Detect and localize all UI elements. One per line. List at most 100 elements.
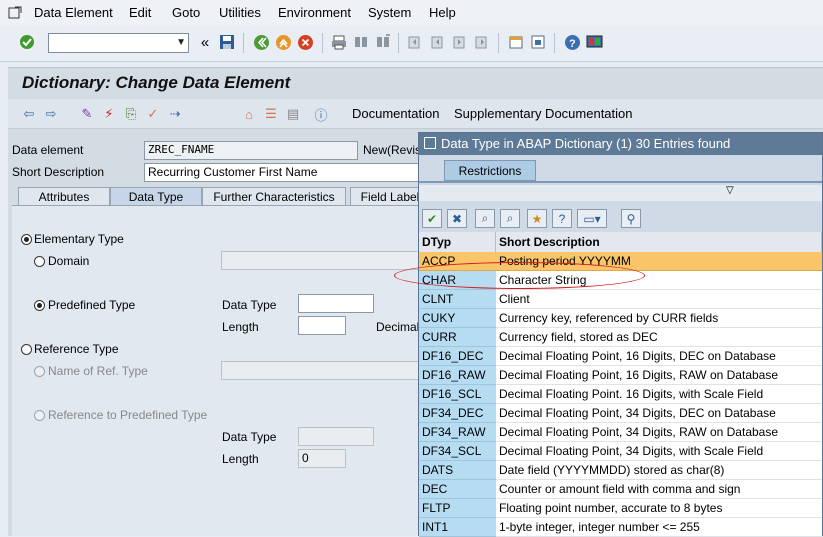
domain-field[interactable] [221, 251, 421, 270]
menu-goto[interactable]: Goto [172, 5, 200, 20]
layout-icon[interactable] [585, 33, 603, 51]
short-description-cell[interactable]: Client [496, 290, 822, 309]
cancel-x-icon[interactable]: ✖ [447, 209, 467, 228]
short-description-cell[interactable]: Currency key, referenced by CURR fields [496, 309, 822, 328]
short-description-cell[interactable]: Decimal Floating Point, 34 Digits, RAW o… [496, 423, 822, 442]
chevron-down-icon[interactable]: ▽ [726, 185, 734, 196]
data-element-field[interactable]: ZREC_FNAME [144, 141, 358, 160]
dtyp-cell[interactable]: DATS [419, 461, 496, 480]
dtyp-cell[interactable]: DF16_RAW [419, 366, 496, 385]
table-row[interactable]: DATS Date field (YYYYMMDD) stored as char… [419, 461, 822, 480]
ref-length-field[interactable]: 0 [298, 449, 346, 468]
ref-data-type-field[interactable] [298, 427, 374, 446]
continue-check-icon[interactable]: ✔ [422, 209, 442, 228]
table-row[interactable]: CUKY Currency key, referenced by CURR fie… [419, 309, 822, 328]
print-icon[interactable] [330, 33, 348, 51]
magic-wand-icon[interactable]: ⚡ [100, 105, 118, 123]
first-page-icon[interactable] [406, 33, 424, 51]
enter-icon[interactable] [18, 33, 36, 51]
tab-restrictions[interactable]: Restrictions [444, 160, 536, 181]
dtyp-cell[interactable]: CLNT [419, 290, 496, 309]
dtyp-cell[interactable]: CURR [419, 328, 496, 347]
chevron-down-icon[interactable]: ▼ [176, 37, 186, 48]
short-description-cell[interactable]: Decimal Floating Point, 34 Digits, with … [496, 442, 822, 461]
table-row[interactable]: CURR Currency field, stored as DEC [419, 328, 822, 347]
table-row[interactable]: DF34_RAW Decimal Floating Point, 34 Digit… [419, 423, 822, 442]
hierarchy-icon[interactable]: ⌂ [240, 105, 258, 123]
short-description-cell[interactable]: Decimal Floating Point, 16 Digits, RAW o… [496, 366, 822, 385]
predefined-type-radio[interactable] [34, 300, 45, 311]
popup-title-bar[interactable]: Data Type in ABAP Dictionary (1) 30 Entr… [419, 133, 822, 155]
pin-icon[interactable]: ⚲ [621, 209, 641, 228]
display-change-icon[interactable]: ✎ [78, 105, 96, 123]
name-of-ref-type-radio[interactable] [34, 366, 45, 377]
find-next-icon[interactable] [374, 33, 392, 51]
short-description-cell[interactable]: Counter or amount field with comma and s… [496, 480, 822, 499]
menu-system[interactable]: System [368, 5, 411, 20]
print-list-icon[interactable]: ▭▾ [577, 209, 607, 228]
table-row[interactable]: DF16_SCL Decimal Floating Point. 16 Digit… [419, 385, 822, 404]
restrictions-collapse-bar[interactable]: ▽ [419, 185, 822, 201]
table-row[interactable]: DF34_DEC Decimal Floating Point, 34 Digit… [419, 404, 822, 423]
dtyp-cell[interactable]: DF34_DEC [419, 404, 496, 423]
menu-utilities[interactable]: Utilities [219, 5, 261, 20]
column-header-dtyp[interactable]: DTyp [419, 232, 496, 252]
object-list-icon[interactable]: ☰ [262, 105, 280, 123]
table-row[interactable]: DF34_SCL Decimal Floating Point, 34 Digit… [419, 442, 822, 461]
info-icon[interactable]: ⓘ [312, 105, 330, 123]
short-description-cell[interactable]: Decimal Floating Point, 16 Digits, DEC o… [496, 347, 822, 366]
display-object-icon[interactable]: ▤ [284, 105, 302, 123]
dtyp-cell[interactable]: DF34_SCL [419, 442, 496, 461]
data-type-field[interactable] [298, 294, 374, 313]
last-page-icon[interactable] [472, 33, 490, 51]
length-field[interactable] [298, 316, 346, 335]
find-next-icon[interactable]: ⌕ [500, 209, 520, 228]
shortcut-icon[interactable] [529, 33, 547, 51]
exit-icon[interactable] [274, 33, 292, 51]
arrow-left-icon[interactable]: ⇦ [20, 105, 38, 123]
find-icon[interactable] [352, 33, 370, 51]
dtyp-cell[interactable]: FLTP [419, 499, 496, 518]
menu-data-element[interactable]: Data Element [34, 5, 113, 20]
help-icon[interactable]: ? [552, 209, 572, 228]
ref-type-name-field[interactable] [221, 361, 421, 380]
supplementary-documentation-button[interactable]: Supplementary Documentation [454, 106, 633, 121]
reference-type-radio[interactable] [21, 344, 32, 355]
column-header-short-description[interactable]: Short Description [496, 232, 822, 252]
new-session-icon[interactable] [507, 33, 525, 51]
table-row[interactable]: DEC Counter or amount field with comma an… [419, 480, 822, 499]
save-icon[interactable] [218, 33, 236, 51]
menu-edit[interactable]: Edit [129, 5, 151, 20]
dtyp-cell[interactable]: DEC [419, 480, 496, 499]
short-description-cell[interactable]: Date field (YYYYMMDD) stored as char(8) [496, 461, 822, 480]
short-description-cell[interactable]: Floating point number, accurate to 8 byt… [496, 499, 822, 518]
short-description-cell[interactable]: 1-byte integer, integer number <= 255 [496, 518, 822, 537]
table-row[interactable]: INT1 1-byte integer, integer number <= 25… [419, 518, 822, 537]
new-search-icon[interactable]: ★ [527, 209, 547, 228]
table-row[interactable]: DF16_RAW Decimal Floating Point, 16 Digit… [419, 366, 822, 385]
dtyp-cell[interactable]: CUKY [419, 309, 496, 328]
menu-environment[interactable]: Environment [278, 5, 351, 20]
find-icon[interactable]: ⌕ [475, 209, 495, 228]
next-page-icon[interactable] [450, 33, 468, 51]
documentation-button[interactable]: Documentation [352, 106, 439, 121]
cancel-icon[interactable] [296, 33, 314, 51]
table-row[interactable]: CLNT Client [419, 290, 822, 309]
table-row[interactable]: DF16_DEC Decimal Floating Point, 16 Digit… [419, 347, 822, 366]
dtyp-cell[interactable]: DF34_RAW [419, 423, 496, 442]
short-description-cell[interactable]: Decimal Floating Point. 16 Digits, with … [496, 385, 822, 404]
short-description-cell[interactable]: Decimal Floating Point, 34 Digits, DEC o… [496, 404, 822, 423]
dtyp-cell[interactable]: DF16_DEC [419, 347, 496, 366]
check-icon[interactable]: ✓ [144, 105, 162, 123]
where-used-icon[interactable]: ⇢ [166, 105, 184, 123]
back-icon[interactable] [252, 33, 270, 51]
tab-data-type[interactable]: Data Type [110, 187, 202, 206]
tab-further-characteristics[interactable]: Further Characteristics [202, 187, 346, 206]
help-icon[interactable]: ? [563, 33, 581, 51]
command-field[interactable]: ▼ [48, 33, 189, 53]
table-row[interactable]: FLTP Floating point number, accurate to 8… [419, 499, 822, 518]
activate-icon[interactable]: ⎘ [122, 105, 140, 123]
double-chevron-left-icon[interactable]: « [196, 33, 214, 51]
tab-attributes[interactable]: Attributes [18, 187, 110, 206]
short-description-cell[interactable]: Currency field, stored as DEC [496, 328, 822, 347]
